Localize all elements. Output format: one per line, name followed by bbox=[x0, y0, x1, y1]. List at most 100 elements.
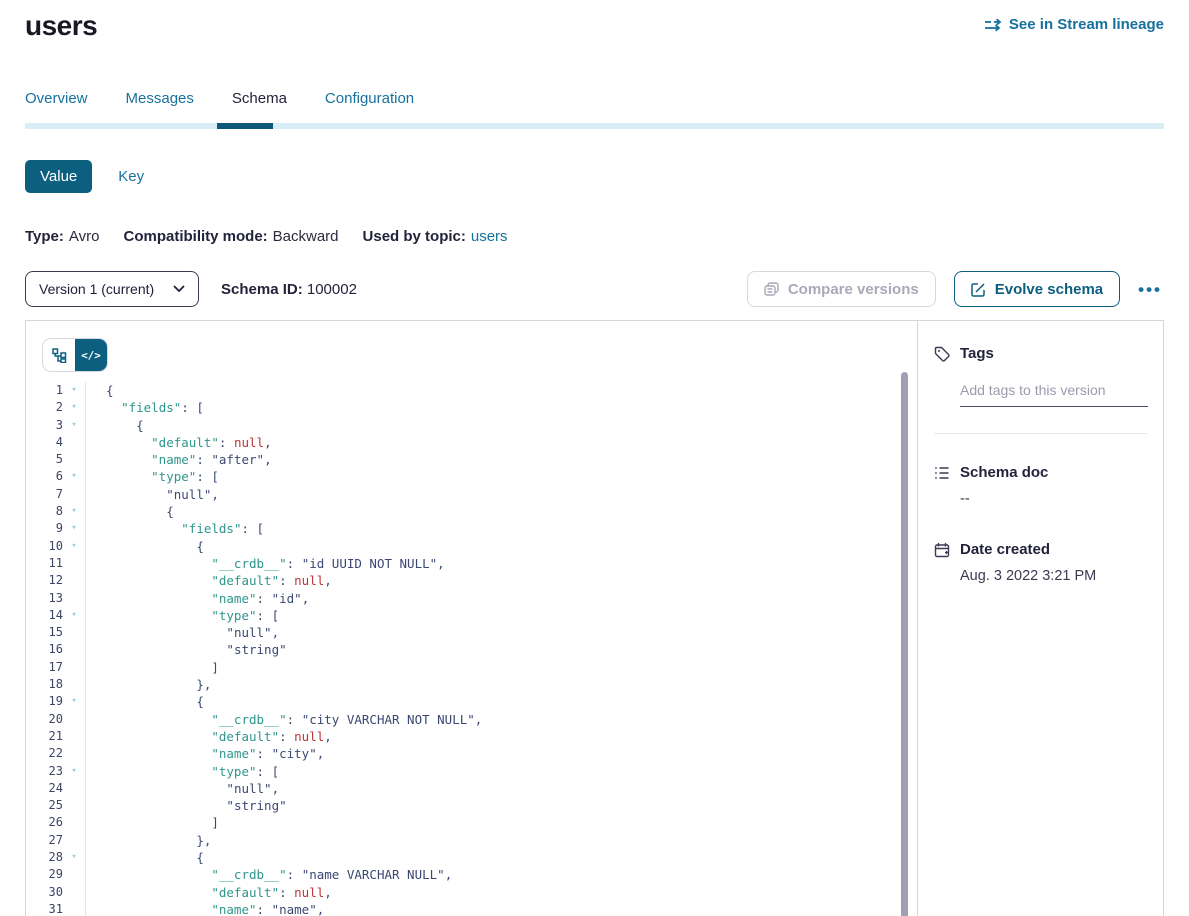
code-line: 10▾ { bbox=[26, 538, 917, 555]
code-line: 11 "__crdb__": "id UUID NOT NULL", bbox=[26, 555, 917, 572]
fold-toggle-icon[interactable]: ▾ bbox=[63, 849, 85, 866]
evolve-schema-icon bbox=[971, 282, 986, 297]
key-toggle-button[interactable]: Key bbox=[118, 168, 144, 185]
date-created-section: Date created Aug. 3 2022 3:21 PM bbox=[934, 541, 1147, 584]
version-select[interactable]: Version 1 (current) bbox=[25, 271, 199, 307]
fold-toggle-icon[interactable]: ▾ bbox=[63, 417, 85, 434]
code-line: 14▾ "type": [ bbox=[26, 607, 917, 624]
editor-scrollbar bbox=[901, 372, 908, 916]
fold-toggle-icon[interactable]: ▾ bbox=[63, 607, 85, 624]
line-number: 21 bbox=[26, 728, 63, 745]
schema-id-label: Schema ID: bbox=[221, 281, 303, 298]
code-line: 21 "default": null, bbox=[26, 728, 917, 745]
code-text: { bbox=[106, 693, 204, 710]
code-view-button[interactable]: </> bbox=[75, 339, 107, 371]
code-text: { bbox=[106, 382, 114, 399]
line-number: 1 bbox=[26, 382, 63, 399]
sidebar-divider bbox=[934, 433, 1147, 434]
fold-toggle-icon[interactable]: ▾ bbox=[63, 503, 85, 520]
fold-toggle-icon bbox=[63, 555, 85, 572]
tab-schema[interactable]: Schema bbox=[232, 90, 287, 107]
code-text: { bbox=[106, 503, 174, 520]
line-number: 18 bbox=[26, 676, 63, 693]
line-number: 9 bbox=[26, 520, 63, 537]
used-by-topic-label: Used by topic: bbox=[363, 228, 466, 245]
fold-toggle-icon bbox=[63, 676, 85, 693]
fold-toggle-icon bbox=[63, 451, 85, 468]
code-line: 15 "null", bbox=[26, 624, 917, 641]
code-line: 5 "name": "after", bbox=[26, 451, 917, 468]
code-line: 28▾ { bbox=[26, 849, 917, 866]
fold-toggle-icon[interactable]: ▾ bbox=[63, 399, 85, 416]
code-text: "fields": [ bbox=[106, 520, 264, 537]
value-toggle-button[interactable]: Value bbox=[25, 160, 92, 193]
editor-view-toggle: </> bbox=[43, 339, 107, 371]
fold-toggle-icon bbox=[63, 486, 85, 503]
page-title: users bbox=[25, 10, 97, 42]
calendar-icon bbox=[934, 542, 950, 558]
tree-view-button[interactable] bbox=[43, 339, 75, 371]
fold-toggle-icon bbox=[63, 780, 85, 797]
code-line: 17 ] bbox=[26, 659, 917, 676]
line-number: 14 bbox=[26, 607, 63, 624]
code-text: { bbox=[106, 538, 204, 555]
fold-toggle-icon bbox=[63, 659, 85, 676]
fold-toggle-icon[interactable]: ▾ bbox=[63, 520, 85, 537]
code-text: "__crdb__": "name VARCHAR NULL", bbox=[106, 866, 452, 883]
code-line: 3▾ { bbox=[26, 417, 917, 434]
active-tab-underline bbox=[217, 123, 273, 129]
stream-lineage-icon bbox=[984, 18, 1002, 32]
stream-lineage-link[interactable]: See in Stream lineage bbox=[984, 10, 1164, 33]
code-text: ] bbox=[106, 659, 219, 676]
fold-toggle-icon[interactable]: ▾ bbox=[63, 382, 85, 399]
compare-versions-button[interactable]: Compare versions bbox=[747, 271, 936, 307]
line-number: 30 bbox=[26, 884, 63, 901]
fold-toggle-icon[interactable]: ▾ bbox=[63, 538, 85, 555]
schema-editor[interactable]: </> 1▾{2▾ "fields": [3▾ {4 "default": nu… bbox=[26, 321, 918, 916]
code-line: 25 "string" bbox=[26, 797, 917, 814]
code-text: "type": [ bbox=[106, 468, 219, 485]
compare-versions-icon bbox=[764, 282, 779, 297]
code-text: "string" bbox=[106, 797, 287, 814]
fold-toggle-icon bbox=[63, 624, 85, 641]
version-selected-value: Version 1 (current) bbox=[39, 281, 154, 297]
fold-toggle-icon[interactable]: ▾ bbox=[63, 763, 85, 780]
code-text: { bbox=[106, 417, 144, 434]
fold-toggle-icon bbox=[63, 711, 85, 728]
tab-messages[interactable]: Messages bbox=[126, 90, 194, 107]
date-created-heading: Date created bbox=[960, 541, 1050, 558]
code-text: "__crdb__": "id UUID NOT NULL", bbox=[106, 555, 445, 572]
tab-configuration[interactable]: Configuration bbox=[325, 90, 414, 107]
code-text: "name": "city", bbox=[106, 745, 324, 762]
code-line: 29 "__crdb__": "name VARCHAR NULL", bbox=[26, 866, 917, 883]
editor-scrollbar-thumb[interactable] bbox=[901, 372, 908, 916]
tab-overview[interactable]: Overview bbox=[25, 90, 88, 107]
line-number: 23 bbox=[26, 763, 63, 780]
value-key-toggle: Value Key bbox=[25, 160, 1164, 193]
fold-toggle-icon bbox=[63, 572, 85, 589]
evolve-schema-button[interactable]: Evolve schema bbox=[954, 271, 1120, 307]
more-options-button[interactable]: ••• bbox=[1136, 277, 1164, 302]
code-text: "null", bbox=[106, 624, 279, 641]
fold-toggle-icon bbox=[63, 590, 85, 607]
code-line: 27 }, bbox=[26, 832, 917, 849]
topic-link[interactable]: users bbox=[471, 228, 508, 245]
fold-toggle-icon bbox=[63, 745, 85, 762]
add-tags-input[interactable] bbox=[960, 376, 1148, 407]
code-line: 23▾ "type": [ bbox=[26, 763, 917, 780]
compatibility-label: Compatibility mode: bbox=[123, 228, 267, 245]
tag-icon bbox=[934, 346, 950, 362]
code-line: 8▾ { bbox=[26, 503, 917, 520]
fold-toggle-icon[interactable]: ▾ bbox=[63, 693, 85, 710]
code-line: 31 "name": "name", bbox=[26, 901, 917, 916]
line-number: 15 bbox=[26, 624, 63, 641]
code-line: 20 "__crdb__": "city VARCHAR NOT NULL", bbox=[26, 711, 917, 728]
line-number: 31 bbox=[26, 901, 63, 916]
code-text: "default": null, bbox=[106, 572, 332, 589]
code-text: "default": null, bbox=[106, 728, 332, 745]
code-text: "name": "id", bbox=[106, 590, 309, 607]
fold-toggle-icon[interactable]: ▾ bbox=[63, 468, 85, 485]
tree-view-icon bbox=[52, 348, 67, 363]
tags-heading: Tags bbox=[960, 345, 994, 362]
code-line: 18 }, bbox=[26, 676, 917, 693]
